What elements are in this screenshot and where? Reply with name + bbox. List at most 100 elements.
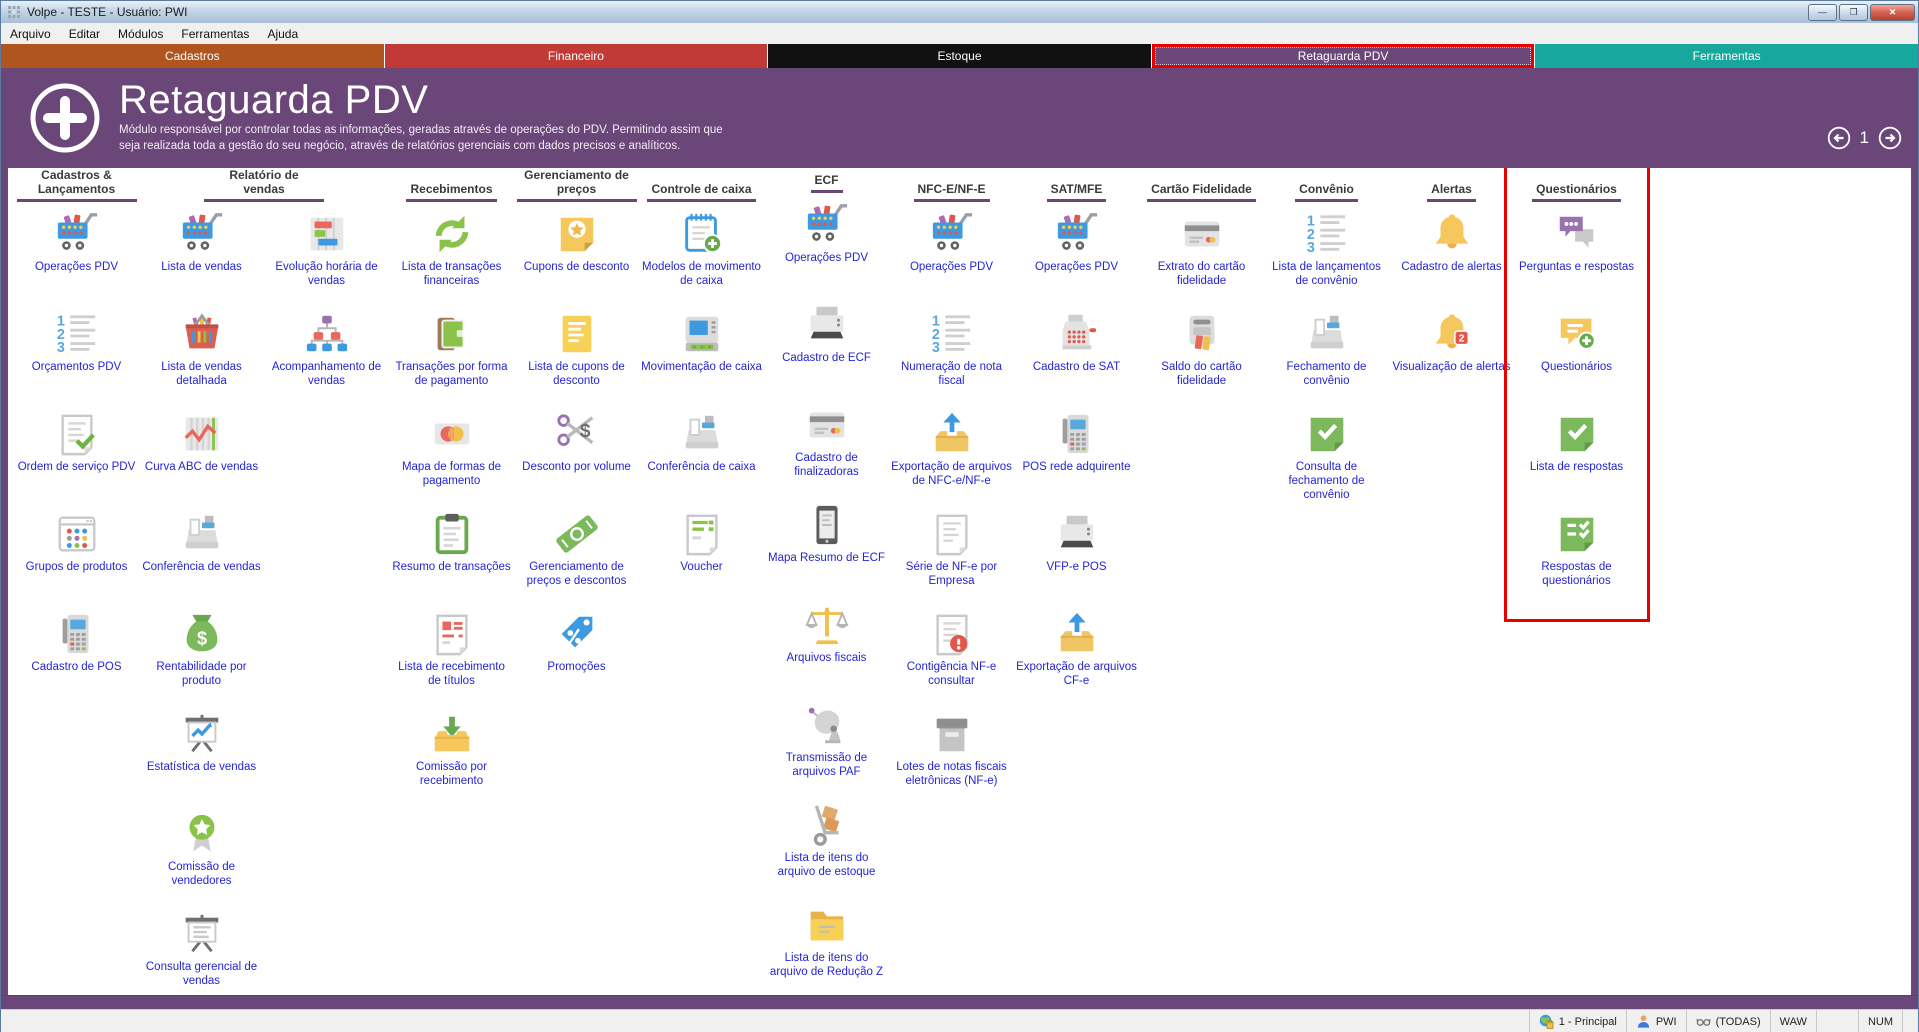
menu-modulos[interactable]: Módulos bbox=[109, 25, 172, 43]
launcher-item-grupos-de-produtos[interactable]: Grupos de produtos bbox=[14, 504, 139, 604]
launcher-item-saldo-do-cartao-fidelidade[interactable]: Saldo do cartão fidelidade bbox=[1139, 304, 1264, 404]
launcher-item-cadastro-de-alertas[interactable]: Cadastro de alertas bbox=[1389, 204, 1514, 304]
close-button[interactable]: ✕ bbox=[1870, 4, 1915, 21]
launcher-item-orcamentos-pdv[interactable]: 123Orçamentos PDV bbox=[14, 304, 139, 404]
launcher-item-operacoes-pdv[interactable]: Operações PDV bbox=[14, 204, 139, 304]
launcher-item-fechamento-de-convenio[interactable]: Fechamento de convênio bbox=[1264, 304, 1389, 404]
launcher-item-contigencia-nf-e-consultar[interactable]: Contigência NF-e consultar bbox=[889, 604, 1014, 704]
category-gerenciamento-de-precos: Gerenciamento de preçosCupons de descont… bbox=[514, 170, 639, 995]
category-title: SAT/MFE bbox=[1047, 183, 1107, 202]
menu-editar[interactable]: Editar bbox=[60, 25, 109, 43]
launcher-item-lista-de-itens-do-arquivo-de-estoque[interactable]: Lista de itens do arquivo de estoque bbox=[764, 795, 889, 895]
launcher-item-lista-de-respostas[interactable]: Lista de respostas bbox=[1514, 404, 1639, 504]
launcher-item-lista-de-vendas[interactable]: Lista de vendas bbox=[139, 204, 264, 304]
launcher-item-questionarios[interactable]: Questionários bbox=[1514, 304, 1639, 404]
launcher-item-acompanhamento-de-vendas[interactable]: Acompanhamento de vendas bbox=[264, 304, 389, 404]
launcher-item-transacoes-por-forma-de-pagamento[interactable]: Transações por forma de pagamento bbox=[389, 304, 514, 404]
launcher-item-arquivos-fiscais[interactable]: Arquivos fiscais bbox=[764, 595, 889, 695]
launcher-item-numeracao-de-nota-fiscal[interactable]: 123Numeração de nota fiscal bbox=[889, 304, 1014, 404]
category-title: Gerenciamento de preços bbox=[517, 169, 637, 202]
launcher-item-mapa-resumo-de-ecf[interactable]: Mapa Resumo de ECF bbox=[764, 495, 889, 595]
launcher-item-visualizacao-de-alertas[interactable]: 2Visualização de alertas bbox=[1389, 304, 1514, 404]
launcher-item-lista-de-transacoes-financeiras[interactable]: Lista de transações financeiras bbox=[389, 204, 514, 304]
menu-ajuda[interactable]: Ajuda bbox=[258, 25, 307, 43]
launcher-item-lista-de-lancamentos-de-convenio[interactable]: 123Lista de lançamentos de convênio bbox=[1264, 204, 1389, 304]
launcher-item-cadastro-de-ecf[interactable]: Cadastro de ECF bbox=[764, 295, 889, 395]
voucher-doc-icon bbox=[679, 511, 725, 557]
chart-line-icon bbox=[179, 411, 225, 457]
launcher-item-ordem-de-servico-pdv[interactable]: Ordem de serviço PDV bbox=[14, 404, 139, 504]
launcher-item-resumo-de-transacoes[interactable]: Resumo de transações bbox=[389, 504, 514, 604]
money-bag-icon: $ bbox=[179, 611, 225, 657]
launcher-item-curva-abc-de-vendas[interactable]: Curva ABC de vendas bbox=[139, 404, 264, 504]
minimize-button[interactable]: — bbox=[1808, 4, 1837, 21]
item-label: Gerenciamento de preços e descontos bbox=[516, 560, 638, 588]
launcher-item-lista-de-recebimento-de-titulos[interactable]: Lista de recebimento de títulos bbox=[389, 604, 514, 704]
launcher-item-comissao-de-vendedores[interactable]: Comissão de vendedores bbox=[139, 804, 264, 904]
launcher-item-operacoes-pdv[interactable]: Operações PDV bbox=[764, 195, 889, 295]
archive-box-icon bbox=[929, 711, 975, 757]
launcher-item-vfp-e-pos[interactable]: VFP-e POS bbox=[1014, 504, 1139, 604]
launcher-item-conferencia-de-vendas[interactable]: Conferência de vendas bbox=[139, 504, 264, 604]
launcher-item-cadastro-de-sat[interactable]: Cadastro de SAT bbox=[1014, 304, 1139, 404]
list123-icon: 123 bbox=[1304, 211, 1350, 257]
launcher-item-movimentacao-de-caixa[interactable]: Movimentação de caixa bbox=[639, 304, 764, 404]
launcher-item-modelos-de-movimento-de-caixa[interactable]: Modelos de movimento de caixa bbox=[639, 204, 764, 304]
launcher-item-promocoes[interactable]: Promoções bbox=[514, 604, 639, 704]
scissors-dollar-icon: $ bbox=[554, 411, 600, 457]
launcher-item-cadastro-de-pos[interactable]: Cadastro de POS bbox=[14, 604, 139, 704]
launcher-item-lista-de-itens-do-arquivo-de-reducao-z[interactable]: Lista de itens do arquivo de Redução Z bbox=[764, 895, 889, 995]
launcher-item-voucher[interactable]: Voucher bbox=[639, 504, 764, 604]
svg-text:2: 2 bbox=[1458, 333, 1464, 345]
launcher-item-lotes-de-notas-fiscais-eletronicas-nf-e[interactable]: Lotes de notas fiscais eletrônicas (NF-e… bbox=[889, 704, 1014, 804]
menu-arquivo[interactable]: Arquivo bbox=[1, 25, 60, 43]
launcher-item-exportacao-de-arquivos-de-nfc-e-nf-e[interactable]: Exportação de arquivos de NFC-e/NF-e bbox=[889, 404, 1014, 504]
item-label: Cadastro de POS bbox=[31, 660, 121, 674]
status-label: PWI bbox=[1656, 1016, 1677, 1028]
item-label: Operações PDV bbox=[910, 260, 993, 274]
launcher-item-conferencia-de-caixa[interactable]: Conferência de caixa bbox=[639, 404, 764, 504]
launcher-item-respostas-de-questionarios[interactable]: Respostas de questionários bbox=[1514, 504, 1639, 604]
launcher-item-estatistica-de-vendas[interactable]: Estatística de vendas bbox=[139, 704, 264, 804]
next-page-button[interactable] bbox=[1878, 126, 1902, 150]
category-alertas: AlertasCadastro de alertas2Visualização … bbox=[1389, 170, 1514, 995]
launcher-item-pos-rede-adquirente[interactable]: POS rede adquirente bbox=[1014, 404, 1139, 504]
launcher-item-lista-de-vendas-detalhada[interactable]: Lista de vendas detalhada bbox=[139, 304, 264, 404]
category-convenio: Convênio123Lista de lançamentos de convê… bbox=[1264, 170, 1389, 995]
restore-button[interactable]: ❐ bbox=[1839, 4, 1868, 21]
launcher-item-perguntas-e-respostas[interactable]: Perguntas e respostas bbox=[1514, 204, 1639, 304]
launcher-item-cadastro-de-finalizadoras[interactable]: Cadastro de finalizadoras bbox=[764, 395, 889, 495]
launcher-item-operacoes-pdv[interactable]: Operações PDV bbox=[1014, 204, 1139, 304]
launcher-item-gerenciamento-de-precos-e-descontos[interactable]: Gerenciamento de preços e descontos bbox=[514, 504, 639, 604]
tab-estoque[interactable]: Estoque bbox=[768, 44, 1152, 68]
launcher-item-cupons-de-desconto[interactable]: Cupons de desconto bbox=[514, 204, 639, 304]
item-label: Lista de respostas bbox=[1530, 460, 1623, 474]
item-label: Acompanhamento de vendas bbox=[266, 360, 388, 388]
launcher-item-consulta-de-fechamento-de-convenio[interactable]: Consulta de fechamento de convênio bbox=[1264, 404, 1389, 504]
launcher-item-evolucao-horaria-de-vendas[interactable]: Evolução horária de vendas bbox=[264, 204, 389, 304]
tab-financeiro[interactable]: Financeiro bbox=[385, 44, 769, 68]
resize-grip[interactable] bbox=[1902, 1010, 1918, 1032]
note-check-icon bbox=[1554, 411, 1600, 457]
tab-retaguarda-pdv[interactable]: Retaguarda PDV bbox=[1152, 44, 1536, 68]
launcher-item-consulta-gerencial-de-vendas[interactable]: Consulta gerencial de vendas bbox=[139, 904, 264, 995]
launcher-item-rentabilidade-por-produto[interactable]: $Rentabilidade por produto bbox=[139, 604, 264, 704]
launcher-item-lista-de-cupons-de-desconto[interactable]: Lista de cupons de desconto bbox=[514, 304, 639, 404]
launcher-item-serie-de-nf-e-por-empresa[interactable]: Série de NF-e por Empresa bbox=[889, 504, 1014, 604]
previous-page-button[interactable] bbox=[1827, 126, 1851, 150]
item-label: Operações PDV bbox=[1035, 260, 1118, 274]
launcher-item-transmissao-de-arquivos-paf[interactable]: Transmissão de arquivos PAF bbox=[764, 695, 889, 795]
launcher-item-mapa-de-formas-de-pagamento[interactable]: Mapa de formas de pagamento bbox=[389, 404, 514, 504]
launcher-item-extrato-do-cartao-fidelidade[interactable]: Extrato do cartão fidelidade bbox=[1139, 204, 1264, 304]
launcher-item-comissao-por-recebimento[interactable]: Comissão por recebimento bbox=[389, 704, 514, 804]
svg-text:3: 3 bbox=[56, 340, 64, 356]
tab-cadastros[interactable]: Cadastros bbox=[1, 44, 385, 68]
tab-ferramentas[interactable]: Ferramentas bbox=[1535, 44, 1918, 68]
basket-icon bbox=[179, 311, 225, 357]
launcher-item-desconto-por-volume[interactable]: $Desconto por volume bbox=[514, 404, 639, 504]
launcher-item-operacoes-pdv[interactable]: Operações PDV bbox=[889, 204, 1014, 304]
menu-ferramentas[interactable]: Ferramentas bbox=[172, 25, 258, 43]
launcher-item-exportacao-de-arquivos-cf-e[interactable]: Exportação de arquivos CF-e bbox=[1014, 604, 1139, 704]
cart-icon bbox=[929, 211, 975, 257]
tab-label: Cadastros bbox=[165, 49, 220, 63]
